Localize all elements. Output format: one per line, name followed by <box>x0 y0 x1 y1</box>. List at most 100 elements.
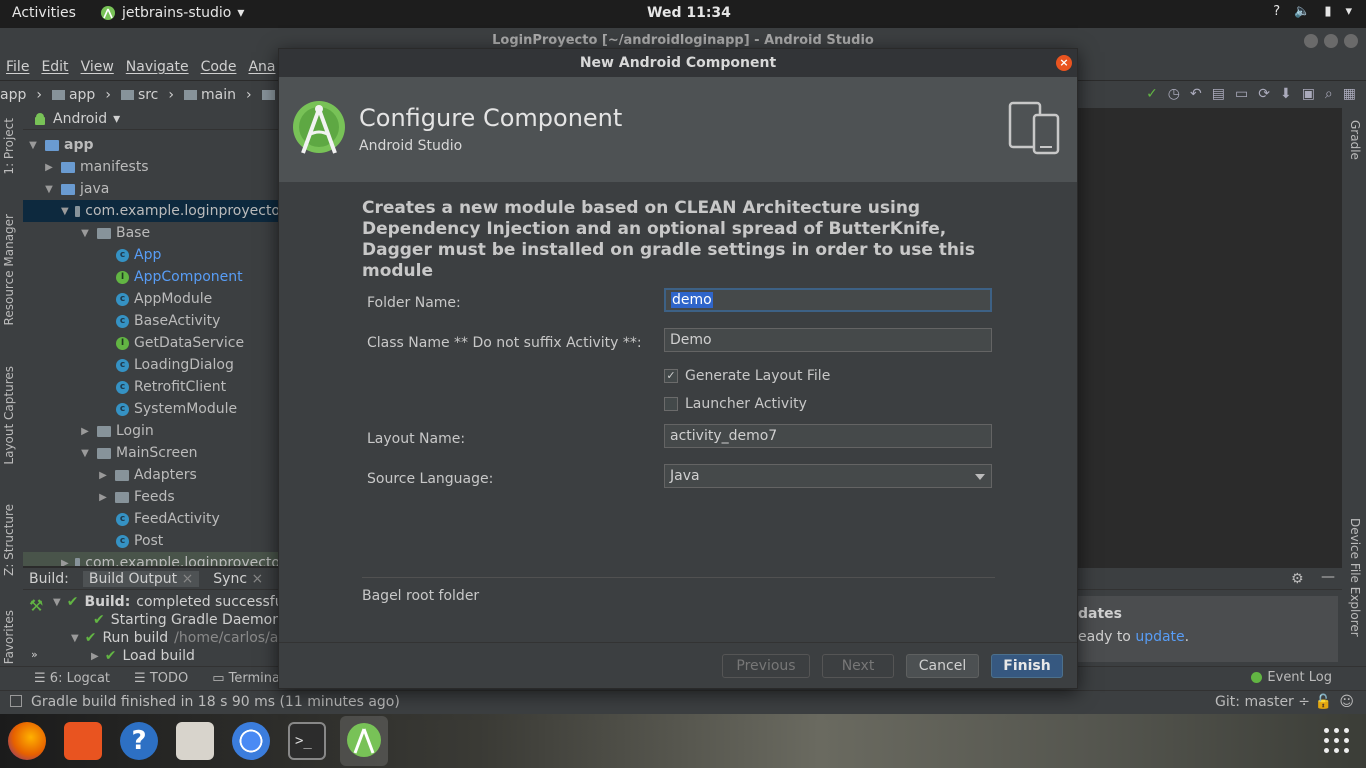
breadcrumb-src[interactable]: src <box>120 87 158 103</box>
commit-check-icon[interactable]: ✓ <box>1146 86 1158 102</box>
firefox-icon[interactable] <box>8 722 46 760</box>
tab-favorites[interactable]: Favorites <box>2 610 16 664</box>
search-icon[interactable]: ⌕ <box>1325 86 1333 102</box>
menu-edit[interactable]: Edit <box>41 59 68 75</box>
android-studio-dock-icon[interactable] <box>340 716 388 766</box>
previous-button[interactable]: Previous <box>722 654 810 678</box>
app-menu[interactable]: jetbrains-studio ▾ <box>100 5 244 21</box>
event-icon[interactable]: ☺ <box>1339 694 1354 710</box>
editor-area[interactable] <box>1078 108 1342 566</box>
class-name-input[interactable]: Demo <box>664 328 992 352</box>
tree-node-adapters[interactable]: ▶ Adapters <box>23 464 280 486</box>
menu-analyze[interactable]: Ana <box>248 59 275 75</box>
close-window-button[interactable] <box>1344 34 1358 48</box>
clock[interactable]: Wed 11:34 <box>647 5 731 21</box>
folder-name-input[interactable]: demo <box>664 288 992 312</box>
close-icon[interactable]: × <box>252 571 264 587</box>
tree-node-base[interactable]: ▼ Base <box>23 222 280 244</box>
menu-navigate[interactable]: Navigate <box>126 59 189 75</box>
activities-button[interactable]: Activities <box>12 5 76 21</box>
tree-node-feed-activity[interactable]: c FeedActivity <box>23 508 280 530</box>
device-icon[interactable]: ▣ <box>1302 86 1315 102</box>
help-icon[interactable]: ? <box>1273 4 1280 19</box>
tree-node-app-component[interactable]: I AppComponent <box>23 266 280 288</box>
source-language-select[interactable]: Java <box>664 464 992 488</box>
menu-view[interactable]: View <box>81 59 114 75</box>
launcher-activity-checkbox[interactable]: Launcher Activity <box>664 396 807 412</box>
tree-node-app-class[interactable]: c App <box>23 244 280 266</box>
build-row-completed[interactable]: ▼ ✔ Build: completed successfu <box>53 594 284 610</box>
build-row-run[interactable]: ▼ ✔ Run build/home/carlos/a <box>71 630 278 646</box>
breadcrumb-main[interactable]: main <box>184 87 236 103</box>
menu-file[interactable]: File <box>6 59 29 75</box>
history-icon[interactable]: ◷ <box>1168 86 1180 102</box>
files-icon[interactable] <box>176 722 214 760</box>
tab-terminal[interactable]: ▭ Terminal <box>212 671 283 686</box>
update-notification[interactable]: dates eady to update. <box>1078 596 1338 662</box>
volume-icon[interactable]: 🔈 <box>1294 4 1310 19</box>
hide-panel-icon[interactable]: — <box>1321 569 1335 585</box>
tree-node-get-data-service[interactable]: I GetDataService <box>23 332 280 354</box>
sdk-manager-icon[interactable]: ⬇ <box>1280 86 1292 102</box>
build-row-load[interactable]: ▶ ✔ Load build <box>91 648 195 664</box>
chromium-icon[interactable] <box>232 722 270 760</box>
tab-sync[interactable]: Sync × <box>213 571 263 587</box>
update-link[interactable]: update <box>1135 629 1184 645</box>
tree-node-post[interactable]: c Post <box>23 530 280 552</box>
sync-gradle-icon[interactable]: ⟳ <box>1258 86 1270 102</box>
tab-structure[interactable]: Z: Structure <box>2 504 16 576</box>
generate-layout-checkbox[interactable]: ✓ Generate Layout File <box>664 368 830 384</box>
project-structure-icon[interactable]: ▤ <box>1212 86 1225 102</box>
project-view-selector[interactable]: Android ▾ <box>23 108 280 130</box>
status-message[interactable]: Gradle build finished in 18 s 90 ms (11 … <box>31 694 400 710</box>
tree-node-app-module[interactable]: c AppModule <box>23 288 280 310</box>
tree-node-main-screen[interactable]: ▼ MainScreen <box>23 442 280 464</box>
tab-event-log[interactable]: Event Log <box>1251 670 1332 685</box>
tab-project[interactable]: 1: Project <box>2 118 16 175</box>
tab-gradle[interactable]: Gradle <box>1348 120 1362 160</box>
minimize-button[interactable] <box>1304 34 1318 48</box>
show-applications-icon[interactable] <box>1324 728 1350 754</box>
finish-button[interactable]: Finish <box>991 654 1063 678</box>
avd-manager-icon[interactable]: ▭ <box>1235 86 1248 102</box>
close-icon[interactable]: × <box>182 571 194 587</box>
tree-node-package-test[interactable]: ▶ com.example.loginproyecto <box>23 552 280 566</box>
software-center-icon[interactable] <box>64 722 102 760</box>
tree-node-system-module[interactable]: c SystemModule <box>23 398 280 420</box>
hammer-icon[interactable]: ⚒ <box>29 596 43 615</box>
next-button[interactable]: Next <box>822 654 894 678</box>
tree-node-feeds[interactable]: ▶ Feeds <box>23 486 280 508</box>
tree-node-base-activity[interactable]: c BaseActivity <box>23 310 280 332</box>
menu-code[interactable]: Code <box>201 59 237 75</box>
cancel-button[interactable]: Cancel <box>906 654 979 678</box>
lock-icon[interactable]: 🔓 <box>1315 694 1332 710</box>
tree-node-login[interactable]: ▶ Login <box>23 420 280 442</box>
tab-todo[interactable]: ☰ TODO <box>134 671 188 686</box>
layout-name-input[interactable]: activity_demo7 <box>664 424 992 448</box>
tree-node-package[interactable]: ▼ com.example.loginproyecto <box>23 200 280 222</box>
more-icon[interactable]: » <box>31 648 38 661</box>
dialog-titlebar[interactable]: New Android Component × <box>279 49 1077 77</box>
tree-node-retrofit-client[interactable]: c RetrofitClient <box>23 376 280 398</box>
close-icon[interactable]: × <box>1056 55 1072 71</box>
settings-icon[interactable]: ▦ <box>1343 86 1356 102</box>
maximize-button[interactable] <box>1324 34 1338 48</box>
breadcrumb-app-root[interactable]: app <box>0 87 26 103</box>
git-branch[interactable]: Git: master ÷ <box>1215 694 1310 710</box>
chevron-down-icon[interactable]: ▾ <box>1345 4 1352 19</box>
breadcrumb-app[interactable]: app <box>51 87 95 103</box>
tab-device-file-explorer[interactable]: Device File Explorer <box>1348 518 1362 637</box>
system-tray[interactable]: ? 🔈 ▮ ▾ <box>1273 4 1352 19</box>
tree-node-manifests[interactable]: ▶ manifests <box>23 156 280 178</box>
tree-node-java[interactable]: ▼ java <box>23 178 280 200</box>
panel-toggle-icon[interactable] <box>10 695 22 707</box>
build-row-daemon[interactable]: ✔ Starting Gradle Daemon <box>93 612 281 628</box>
tab-build-output[interactable]: Build Output × <box>82 570 200 587</box>
tab-layout-captures[interactable]: Layout Captures <box>2 366 16 465</box>
battery-icon[interactable]: ▮ <box>1324 4 1331 19</box>
tab-logcat[interactable]: ☰ 6: Logcat <box>34 671 110 686</box>
revert-icon[interactable]: ↶ <box>1190 86 1202 102</box>
gear-icon[interactable]: ⚙ <box>1291 571 1304 587</box>
help-icon[interactable]: ? <box>120 722 158 760</box>
terminal-icon[interactable]: >_ <box>288 722 326 760</box>
